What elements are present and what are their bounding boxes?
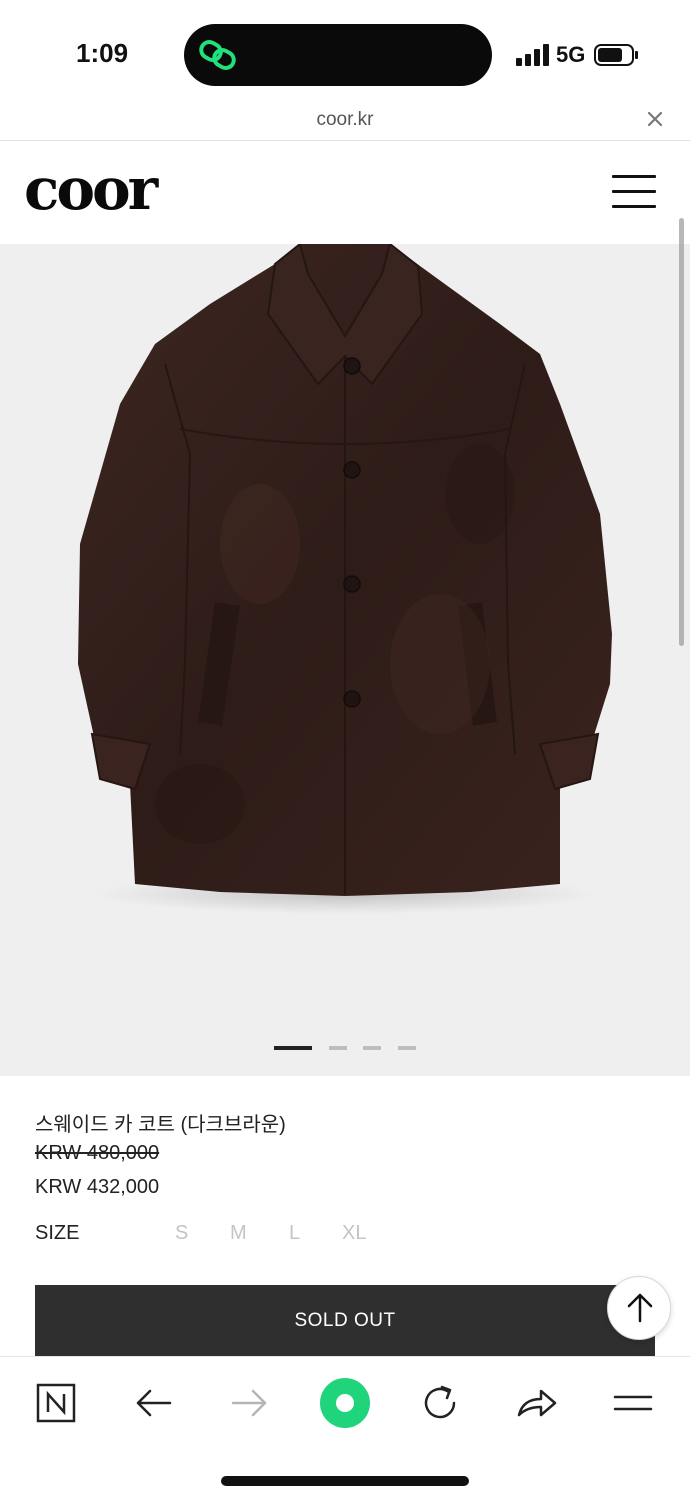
sale-price: KRW 432,000 — [35, 1176, 160, 1198]
signal-icon — [516, 44, 549, 66]
coat-image — [78, 244, 612, 914]
home-indicator[interactable] — [221, 1476, 469, 1486]
refresh-icon[interactable] — [412, 1375, 468, 1431]
naver-n-icon[interactable] — [28, 1375, 84, 1431]
url-bar[interactable]: coor.kr — [0, 100, 690, 141]
menu-line — [612, 175, 656, 178]
arrow-up-icon — [627, 1293, 653, 1323]
size-label: SIZE — [35, 1222, 80, 1244]
link-icon — [199, 40, 236, 70]
size-option-l[interactable]: L — [289, 1222, 300, 1245]
product-name: 스웨이드 카 코트 (다크브라운) — [35, 1114, 286, 1136]
carousel-dot[interactable] — [329, 1046, 347, 1050]
original-price: KRW 480,000 — [35, 1142, 160, 1164]
green-dot-icon[interactable] — [317, 1375, 373, 1431]
share-icon[interactable] — [509, 1375, 565, 1431]
status-bar: 1:09 5G — [0, 0, 690, 100]
dynamic-island — [184, 24, 492, 86]
url-text[interactable]: coor.kr — [0, 109, 690, 131]
status-time: 1:09 — [76, 38, 129, 68]
size-option-m[interactable]: M — [230, 1222, 247, 1245]
size-option-s[interactable]: S — [175, 1222, 188, 1245]
carousel-dot[interactable] — [363, 1046, 381, 1050]
carousel-dot-active[interactable] — [274, 1046, 312, 1050]
network-type: 5G — [556, 42, 586, 67]
product-image-carousel[interactable] — [0, 244, 690, 1076]
menu-line — [612, 205, 656, 208]
page-scrollbar[interactable] — [679, 218, 684, 646]
menu-icon[interactable] — [605, 1375, 661, 1431]
close-icon[interactable] — [644, 108, 666, 130]
battery-icon — [594, 44, 638, 66]
menu-line — [612, 190, 656, 193]
scroll-to-top-button[interactable] — [607, 1276, 671, 1340]
carousel-dot[interactable] — [398, 1046, 416, 1050]
sold-out-button[interactable]: SOLD OUT — [35, 1285, 655, 1357]
hamburger-menu-button[interactable] — [612, 175, 656, 209]
forward-arrow-icon[interactable] — [221, 1375, 277, 1431]
site-logo[interactable]: coor — [24, 155, 158, 223]
size-option-xl[interactable]: XL — [342, 1222, 366, 1245]
back-arrow-icon[interactable] — [126, 1375, 182, 1431]
site-header: coor — [0, 141, 690, 244]
